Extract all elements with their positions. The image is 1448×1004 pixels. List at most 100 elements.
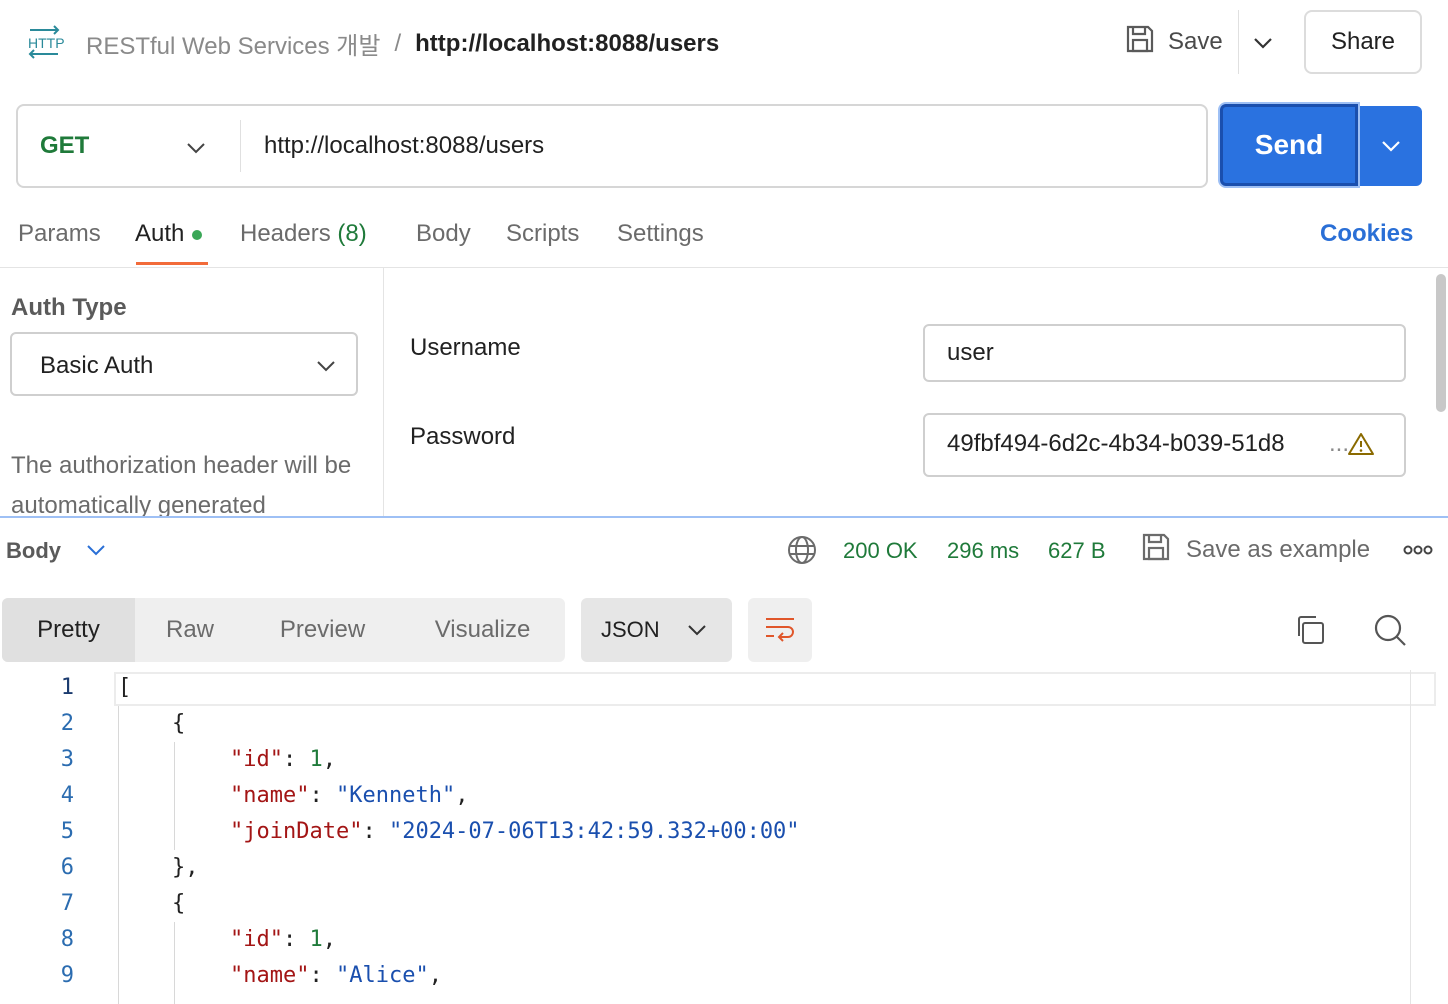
send-button[interactable]: Send bbox=[1220, 104, 1358, 186]
line-number: 2 bbox=[60, 711, 74, 736]
format-select[interactable]: JSON bbox=[581, 598, 732, 662]
pane-divider[interactable] bbox=[0, 516, 1448, 518]
format-value: JSON bbox=[601, 617, 660, 642]
tab-scripts[interactable]: Scripts bbox=[506, 220, 579, 248]
cookies-link[interactable]: Cookies bbox=[1320, 220, 1413, 248]
code-line: 2 { bbox=[0, 706, 1400, 742]
tab-headers[interactable]: Headers (8) bbox=[240, 220, 367, 248]
password-label: Password bbox=[410, 423, 516, 450]
password-value: 49fbf494-6d2c-4b34-b039-51d8 bbox=[947, 430, 1285, 457]
username-field[interactable] bbox=[923, 324, 1406, 382]
warning-icon[interactable] bbox=[1347, 431, 1375, 457]
save-icon bbox=[1140, 531, 1172, 570]
response-view-tabs: Pretty Raw Preview Visualize bbox=[2, 598, 565, 662]
active-tab-underline bbox=[136, 262, 208, 265]
url-input[interactable] bbox=[264, 126, 1164, 166]
line-number: 5 bbox=[60, 819, 74, 844]
save-label: Save bbox=[1168, 28, 1223, 55]
save-icon bbox=[1124, 23, 1156, 62]
auth-type-select[interactable]: Basic Auth bbox=[10, 332, 358, 396]
wrap-lines-button[interactable] bbox=[748, 598, 812, 662]
line-number: 4 bbox=[60, 783, 74, 808]
tab-body[interactable]: Body bbox=[416, 220, 471, 248]
tab-settings[interactable]: Settings bbox=[617, 220, 704, 248]
response-status[interactable]: 200 OK bbox=[843, 538, 918, 564]
save-button[interactable]: Save bbox=[1124, 20, 1223, 64]
code-line: 1 [ bbox=[0, 670, 1400, 706]
save-options-chevron-down-icon[interactable] bbox=[1250, 30, 1276, 56]
auth-type-panel: Auth Type Basic Auth The authorization h… bbox=[0, 268, 384, 516]
view-tab-raw[interactable]: Raw bbox=[135, 598, 245, 662]
line-number: 9 bbox=[60, 963, 74, 988]
password-ellipsis: ... bbox=[1329, 430, 1350, 457]
view-tab-pretty[interactable]: Pretty bbox=[2, 598, 135, 662]
search-icon[interactable] bbox=[1372, 612, 1408, 648]
code-text: "joinDate": "2024-07-06T13:42:59.332+00:… bbox=[230, 819, 800, 844]
globe-icon[interactable] bbox=[786, 534, 818, 566]
chevron-down-icon bbox=[314, 354, 338, 378]
save-as-example-button[interactable]: Save as example bbox=[1140, 532, 1370, 568]
tab-headers-label: Headers bbox=[240, 220, 331, 247]
auth-type-label: Auth Type bbox=[11, 294, 127, 321]
response-time[interactable]: 296 ms bbox=[947, 538, 1019, 564]
chevron-down-icon bbox=[685, 618, 709, 642]
code-text: }, bbox=[172, 855, 199, 880]
code-text: "name": "Alice", bbox=[230, 963, 442, 988]
auth-scrollbar[interactable] bbox=[1436, 274, 1446, 412]
headers-count: (8) bbox=[337, 220, 367, 247]
line-number: 1 bbox=[60, 675, 74, 700]
auth-active-dot bbox=[192, 229, 203, 240]
wrap-lines-icon bbox=[764, 614, 796, 647]
code-gutter-border bbox=[1410, 670, 1411, 1004]
request-bar: GET bbox=[16, 104, 1208, 188]
code-line: 9 "name": "Alice", bbox=[0, 958, 1400, 994]
code-text: { bbox=[172, 711, 186, 736]
code-line: 8 "id": 1, bbox=[0, 922, 1400, 958]
svg-text:HTTP: HTTP bbox=[28, 35, 64, 51]
request-header: HTTP RESTful Web Services 개발 / http://lo… bbox=[0, 0, 1448, 84]
response-body-chevron-down-icon[interactable] bbox=[84, 538, 108, 562]
response-body-label[interactable]: Body bbox=[6, 538, 61, 564]
copy-icon[interactable] bbox=[1294, 614, 1326, 646]
view-tab-preview[interactable]: Preview bbox=[245, 598, 400, 662]
request-tabs: Params Auth Headers (8) Body Scripts Set… bbox=[0, 206, 1448, 268]
more-options-icon[interactable] bbox=[1402, 540, 1434, 560]
breadcrumb-request-name[interactable]: http://localhost:8088/users bbox=[415, 30, 719, 58]
line-number: 3 bbox=[60, 747, 74, 772]
tab-auth-label: Auth bbox=[135, 220, 185, 247]
divider bbox=[1238, 10, 1239, 74]
breadcrumb: RESTful Web Services 개발 / http://localho… bbox=[86, 26, 719, 61]
method-select[interactable]: GET bbox=[40, 132, 89, 160]
save-as-example-label: Save as example bbox=[1186, 536, 1371, 563]
code-line: 4 "name": "Kenneth", bbox=[0, 778, 1400, 814]
http-icon: HTTP bbox=[24, 24, 65, 60]
share-button[interactable]: Share bbox=[1304, 10, 1422, 74]
tab-auth[interactable]: Auth bbox=[135, 220, 203, 248]
breadcrumb-collection[interactable]: RESTful Web Services 개발 bbox=[86, 26, 380, 61]
code-text: [ bbox=[118, 675, 132, 700]
username-label: Username bbox=[410, 334, 521, 361]
line-number: 6 bbox=[60, 855, 74, 880]
breadcrumb-separator: / bbox=[394, 29, 402, 57]
divider bbox=[240, 120, 241, 172]
send-options-chevron-down-icon[interactable] bbox=[1360, 106, 1422, 186]
view-tab-visualize[interactable]: Visualize bbox=[400, 598, 565, 662]
line-number: 7 bbox=[60, 891, 74, 916]
username-input[interactable] bbox=[947, 339, 1347, 367]
code-line: 3 "id": 1, bbox=[0, 742, 1400, 778]
password-field[interactable]: 49fbf494-6d2c-4b34-b039-51d8 ... bbox=[923, 413, 1406, 477]
code-text: "name": "Kenneth", bbox=[230, 783, 469, 808]
tab-params[interactable]: Params bbox=[18, 220, 101, 248]
method-chevron-down-icon[interactable] bbox=[184, 136, 208, 160]
code-line: 6 }, bbox=[0, 850, 1400, 886]
response-code-viewer[interactable]: 1 [ 2 { 3 "id": 1, 4 "name": "Kenneth", … bbox=[0, 670, 1448, 1004]
code-text: "id": 1, bbox=[230, 927, 336, 952]
code-line: 5 "joinDate": "2024-07-06T13:42:59.332+0… bbox=[0, 814, 1400, 850]
code-text: { bbox=[172, 891, 186, 916]
code-line: 7 { bbox=[0, 886, 1400, 922]
auth-type-value: Basic Auth bbox=[40, 352, 154, 379]
code-text: "id": 1, bbox=[230, 747, 336, 772]
auth-description: The authorization header will be automat… bbox=[11, 452, 352, 516]
line-number: 8 bbox=[60, 927, 74, 952]
response-size[interactable]: 627 B bbox=[1048, 538, 1106, 564]
